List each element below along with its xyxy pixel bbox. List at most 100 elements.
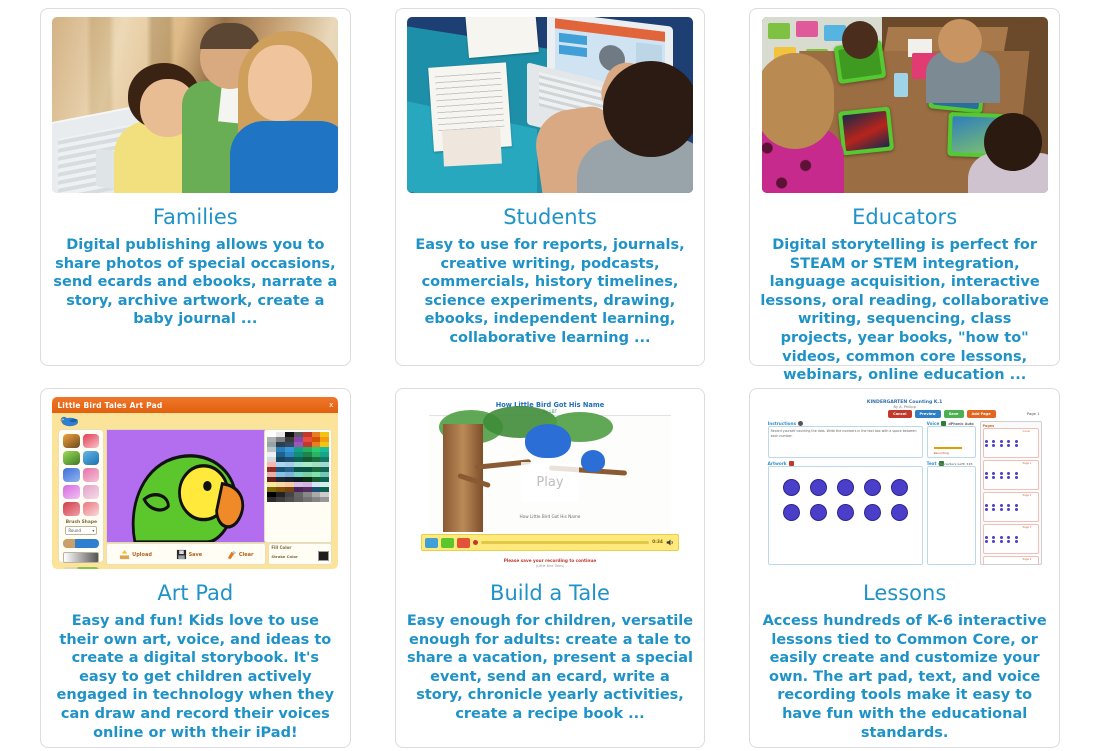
stroke-color-label: Stroke Color <box>271 553 298 559</box>
big-bird <box>524 424 571 458</box>
cards-page: Families Digital publishing allows you t… <box>0 0 1100 751</box>
playback-time: 0:34 <box>652 540 663 545</box>
classroom-ipads-photo[interactable] <box>761 17 1048 193</box>
card-lessons[interactable]: KINDERGARTEN Counting K.1 By A. Philipp … <box>749 388 1060 748</box>
stroke-color-row[interactable]: Stroke Color <box>269 551 331 561</box>
close-icon[interactable]: x <box>329 401 333 409</box>
brush-size-slider[interactable] <box>63 552 100 563</box>
art-pad-screenshot[interactable]: Little Bird Tales Art Pad x Brush Shape … <box>52 397 339 569</box>
shelf-bin-1 <box>767 23 790 39</box>
tale-player-bar[interactable]: 0:34 <box>420 534 679 551</box>
pencil-tool-icon[interactable] <box>63 451 80 465</box>
sparkle-tool-icon[interactable] <box>63 485 80 499</box>
add-page-button[interactable]: Add Page <box>966 410 996 418</box>
woman-shirt <box>230 121 339 193</box>
voice-box[interactable]: Recording <box>926 426 976 458</box>
card-body-families: Digital publishing allows you to share p… <box>53 237 338 328</box>
page-thumbnail[interactable]: Cover <box>982 428 1039 458</box>
instructions-box[interactable]: Record yourself counting the dots. Write… <box>767 426 923 458</box>
redo-tool-icon[interactable] <box>82 502 100 516</box>
page-thumbnail-meta: Cover <box>1022 430 1031 433</box>
cup <box>893 73 908 97</box>
record-dot-icon[interactable] <box>472 540 478 545</box>
cards-grid: Families Digital publishing allows you t… <box>40 8 1060 748</box>
little-bird <box>580 450 605 472</box>
help-icon[interactable] <box>798 421 804 426</box>
stamp-tool-icon[interactable] <box>82 468 100 482</box>
save-button[interactable]: Save <box>943 410 964 418</box>
prev-page-button[interactable] <box>424 537 438 548</box>
fill-color-label: Fill Color <box>271 545 292 550</box>
upload-button[interactable]: Upload <box>119 549 152 560</box>
lessons-screenshot[interactable]: KINDERGARTEN Counting K.1 By A. Philipp … <box>761 397 1048 569</box>
grid-view-button[interactable] <box>440 537 454 548</box>
shelf-bin-2 <box>795 21 818 37</box>
color-palette[interactable] <box>264 429 333 543</box>
brush-shape-label: Brush Shape <box>65 520 97 525</box>
boy-head <box>937 19 982 63</box>
text-label: Text Characters Left: 415 <box>927 461 976 466</box>
image-tool-icon[interactable] <box>63 434 80 448</box>
ipad-2 <box>837 106 894 156</box>
family-at-laptop-photo[interactable] <box>52 17 339 193</box>
student-at-laptop-photo[interactable] <box>406 17 693 193</box>
card-body-build-a-tale: Easy enough for children, versatile enou… <box>406 613 694 722</box>
save-button[interactable]: Save <box>176 549 202 560</box>
counting-dots <box>769 467 922 533</box>
student-head <box>602 61 693 157</box>
art-pad-window: Little Bird Tales Art Pad x Brush Shape … <box>52 397 339 569</box>
card-build-a-tale[interactable]: How Little Bird Got His Name By LBT Play… <box>394 388 706 748</box>
voice-waveform <box>933 447 962 449</box>
undo-tool-icon[interactable] <box>63 502 80 516</box>
lesson-editor: KINDERGARTEN Counting K.1 By A. Philipp … <box>761 397 1048 569</box>
screen-button-2 <box>558 44 587 58</box>
preview-button[interactable]: Preview <box>914 410 941 418</box>
card-title-lessons: Lessons <box>863 581 947 605</box>
build-a-tale-screenshot[interactable]: How Little Bird Got His Name By LBT Play… <box>406 397 693 569</box>
screen-button-1 <box>558 32 587 46</box>
clear-button-label: Clear <box>238 551 254 558</box>
stop-button[interactable] <box>456 537 470 548</box>
pages-sidebar[interactable]: Pages Cover Page 1 Page 2 Page 3 Page 4 … <box>979 421 1042 565</box>
characters-left: Characters Left: 415 <box>938 462 973 466</box>
brush-icon <box>227 550 236 559</box>
card-title-families: Families <box>152 205 238 229</box>
art-pad-tool-palette[interactable]: Brush Shape Round ▾ <box>58 429 105 569</box>
eraser-tool-icon[interactable] <box>82 434 100 448</box>
play-button[interactable]: Play <box>520 462 579 502</box>
card-body-lessons: Access hundreds of K-6 interactive lesso… <box>762 613 1047 741</box>
artwork-canvas[interactable] <box>767 466 923 565</box>
card-families[interactable]: Families Digital publishing allows you t… <box>40 8 351 366</box>
page-thumbnail[interactable]: Page 1 <box>982 460 1039 490</box>
child-head-back <box>841 21 878 59</box>
child-head-right <box>983 113 1042 171</box>
card-title-educators: Educators <box>852 205 958 229</box>
playback-track[interactable] <box>480 541 650 544</box>
text-input-box[interactable] <box>926 466 976 565</box>
card-students[interactable]: Students Easy to use for reports, journa… <box>394 8 706 366</box>
brush-preview <box>63 539 100 548</box>
speaker-icon[interactable] <box>666 538 675 547</box>
card-art-pad[interactable]: Little Bird Tales Art Pad x Brush Shape … <box>40 388 351 748</box>
save-recording-note: Please save your recording to continue <box>503 558 597 563</box>
page-thumbnail[interactable]: Page 4 <box>982 556 1039 564</box>
page-thumbnail[interactable]: Page 3 <box>982 524 1039 554</box>
clear-button[interactable]: Clear <box>226 549 254 560</box>
spray-tool-icon[interactable] <box>82 485 100 499</box>
instructions-text: Record yourself counting the dots. Write… <box>770 429 917 438</box>
square-tool-icon[interactable] <box>82 451 100 465</box>
page-indicator: Page 1 <box>1026 411 1040 416</box>
card-title-art-pad: Art Pad <box>157 581 234 605</box>
cancel-button[interactable]: Cancel <box>888 410 912 418</box>
page-thumbnail[interactable]: Page 2 <box>982 492 1039 522</box>
brush-shape-select[interactable]: Round ▾ <box>65 526 98 535</box>
tale-player: How Little Bird Got His Name By LBT Play… <box>406 397 693 569</box>
stroke-color-swatch[interactable] <box>318 551 330 561</box>
chevron-down-icon: ▾ <box>92 528 95 533</box>
story-illustration[interactable]: Play How Little Bird Got His Name <box>428 406 671 534</box>
text-label-text: Text <box>926 461 937 466</box>
paper-top <box>465 17 539 58</box>
art-pad-canvas[interactable] <box>106 429 267 544</box>
card-educators[interactable]: Educators Digital storytelling is perfec… <box>749 8 1060 383</box>
circle-tool-icon[interactable] <box>63 468 80 482</box>
